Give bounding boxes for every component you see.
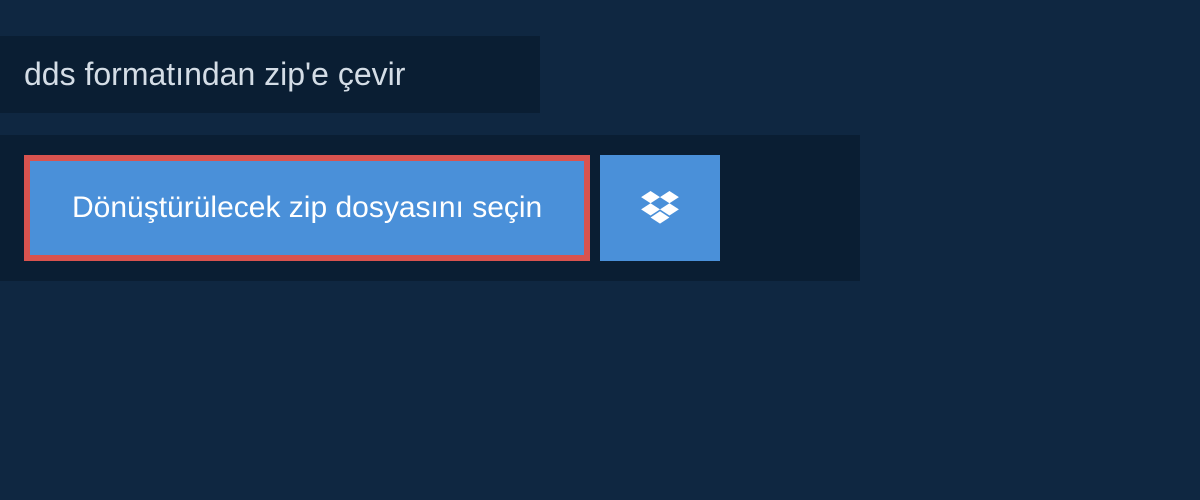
page-title: dds formatından zip'e çevir: [0, 36, 540, 113]
upload-panel: Dönüştürülecek zip dosyasını seçin: [0, 135, 860, 281]
select-file-button[interactable]: Dönüştürülecek zip dosyasını seçin: [24, 155, 590, 261]
page-title-text: dds formatından zip'e çevir: [24, 56, 405, 92]
select-file-label: Dönüştürülecek zip dosyasını seçin: [72, 191, 542, 225]
dropbox-icon: [641, 191, 679, 225]
dropbox-button[interactable]: [600, 155, 720, 261]
